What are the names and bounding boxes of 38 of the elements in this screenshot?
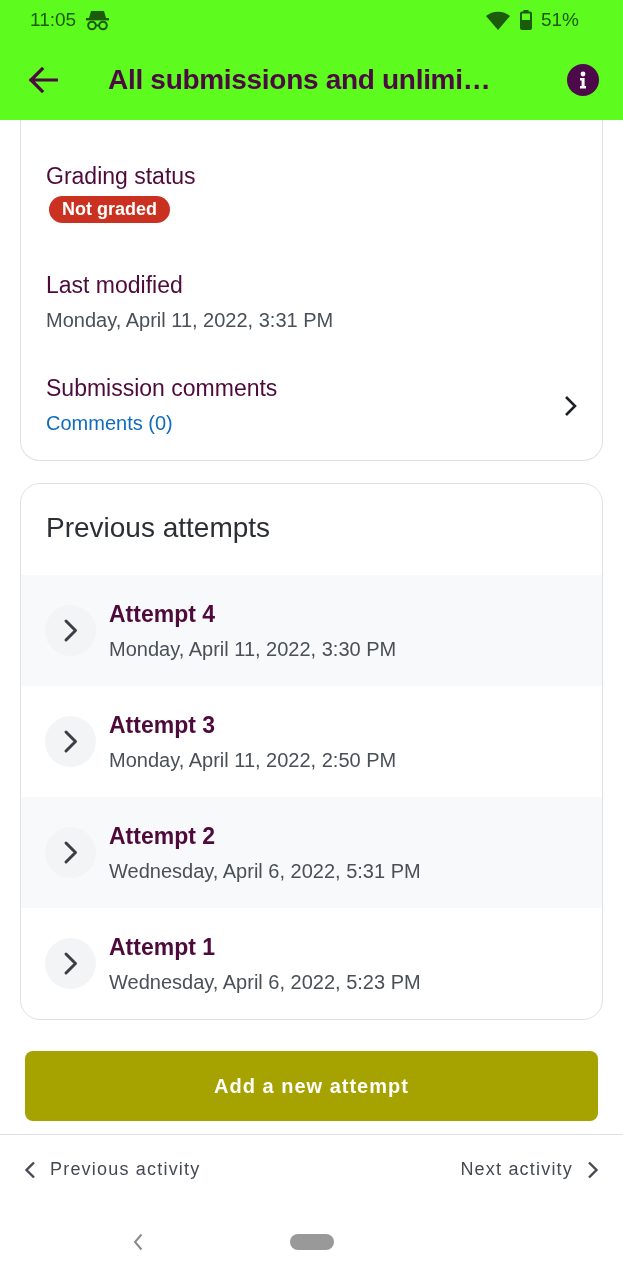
page-title: All submissions and unlimi… [108, 63, 492, 97]
field-label: Submission comments [46, 374, 279, 402]
status-badge: Not graded [49, 196, 170, 223]
section-title: Previous attempts [45, 511, 272, 545]
battery-icon [519, 10, 532, 30]
chevron-right-icon[interactable] [563, 394, 577, 417]
info-button[interactable] [567, 64, 599, 96]
back-arrow-icon [28, 67, 58, 93]
attempt-title: Attempt 2 [109, 822, 217, 850]
attempt-row[interactable]: Attempt 3 Monday, April 11, 2022, 2:50 PM [21, 686, 602, 797]
status-time: 11:05 [30, 7, 77, 32]
chevron-right-icon[interactable] [45, 716, 96, 767]
attempt-date: Monday, April 11, 2022, 3:30 PM [109, 637, 397, 661]
attempt-date: Wednesday, April 6, 2022, 5:23 PM [109, 970, 421, 994]
chevron-left-icon [24, 1160, 36, 1179]
attempt-title: Attempt 1 [109, 933, 217, 961]
previous-activity-link[interactable]: Previous activity [24, 1156, 201, 1183]
attempt-row[interactable]: Attempt 4 Monday, April 11, 2022, 3:30 PM [21, 575, 602, 686]
attempt-date: Monday, April 11, 2022, 2:50 PM [109, 748, 397, 772]
incognito-icon [85, 9, 111, 31]
attempt-row[interactable]: Attempt 1 Wednesday, April 6, 2022, 5:23 PM [21, 908, 602, 1019]
battery-percentage: 51% [540, 7, 579, 32]
info-icon [567, 64, 599, 96]
attempt-title: Attempt 4 [109, 600, 217, 628]
field-label: Last modified [46, 271, 184, 299]
wifi-icon [485, 10, 510, 30]
attempt-date: Wednesday, April 6, 2022, 5:31 PM [109, 859, 421, 883]
attempt-row[interactable]: Attempt 2 Wednesday, April 6, 2022, 5:31 PM [21, 797, 602, 908]
back-button[interactable] [28, 67, 58, 93]
comments-link[interactable]: Comments (0) [46, 411, 173, 435]
chevron-right-icon [587, 1160, 599, 1179]
attempt-title: Attempt 3 [109, 711, 217, 739]
field-value: Monday, April 11, 2022, 3:31 PM [46, 308, 335, 332]
system-back-icon[interactable] [133, 1233, 143, 1251]
chevron-right-icon[interactable] [45, 938, 96, 989]
home-handle[interactable] [290, 1234, 334, 1250]
next-activity-link[interactable]: Next activity [460, 1156, 599, 1183]
field-label: Grading status [46, 162, 197, 190]
